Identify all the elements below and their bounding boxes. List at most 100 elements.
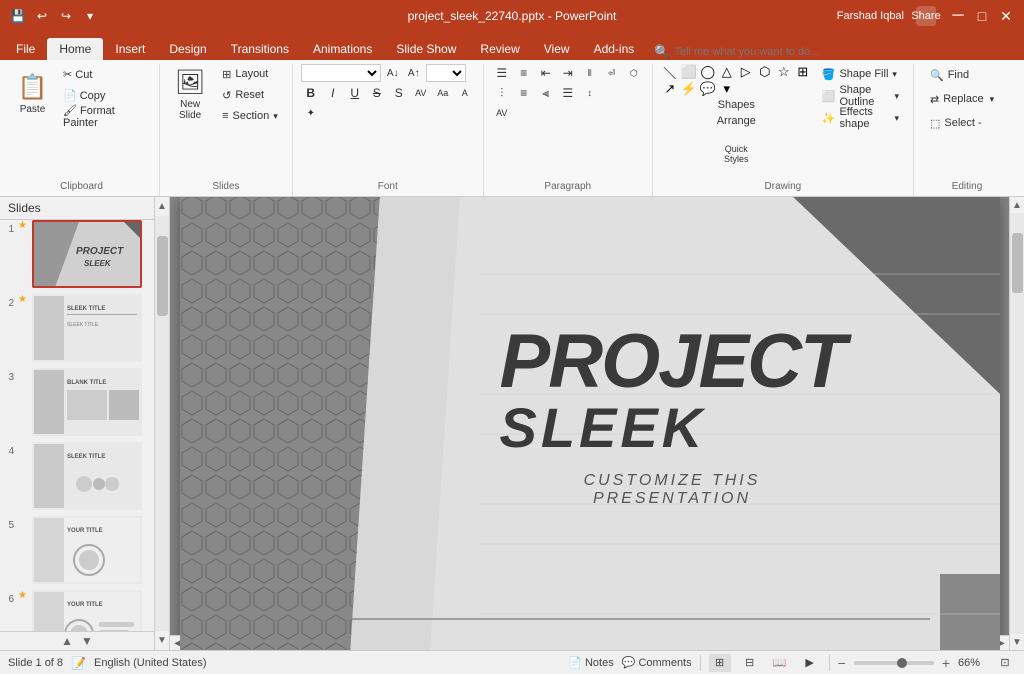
zoom-slider[interactable] <box>854 661 934 665</box>
tab-slideshow[interactable]: Slide Show <box>384 38 468 60</box>
reading-view-button[interactable]: 📖 <box>769 654 791 672</box>
close-button[interactable]: ✕ <box>996 6 1016 26</box>
format-painter-button[interactable]: 🖌 Format Painter <box>57 106 151 126</box>
slide-thumb-1[interactable]: PROJECT SLEEK <box>32 220 142 288</box>
fit-slide-button[interactable]: ⊡ <box>994 654 1016 672</box>
shape-cell-5[interactable]: ▷ <box>737 64 755 80</box>
comments-button[interactable]: 💬 Comments <box>622 656 692 669</box>
copy-button[interactable]: 📄 Copy <box>57 85 151 105</box>
tab-transitions[interactable]: Transitions <box>219 38 301 60</box>
shadow-button[interactable]: S <box>389 84 409 102</box>
cut-button[interactable]: ✂ Cut <box>57 64 151 84</box>
increase-indent-button[interactable]: ⇥ <box>558 64 578 82</box>
numbering-button[interactable]: ≡ <box>514 64 534 82</box>
redo-button[interactable]: ↪ <box>56 6 76 26</box>
tab-animations[interactable]: Animations <box>301 38 384 60</box>
slide-canvas-area[interactable]: ▲ ▼ <box>155 197 1024 650</box>
tab-view[interactable]: View <box>532 38 582 60</box>
shape-cell-11[interactable]: 💬 <box>699 81 717 97</box>
shape-cell-8[interactable]: ⊞ <box>794 64 812 80</box>
slide-thumb-3[interactable]: BLANK TITLE <box>32 368 142 436</box>
font-color-button[interactable]: A <box>455 84 475 102</box>
tab-file[interactable]: File <box>4 38 47 60</box>
decrease-font-button[interactable]: A↓ <box>383 64 403 82</box>
zoom-in-button[interactable]: + <box>942 655 950 671</box>
scroll-thumb[interactable] <box>157 236 168 316</box>
minimize-button[interactable]: ─ <box>948 6 968 26</box>
bold-button[interactable]: B <box>301 84 321 102</box>
slide-thumb-5[interactable]: YOUR TITLE <box>32 516 142 584</box>
notes-accessibility-icon[interactable]: 📝 <box>71 656 86 670</box>
strikethrough-button[interactable]: S <box>367 84 387 102</box>
select-button[interactable]: ⬚ Select - <box>922 112 1012 134</box>
tab-insert[interactable]: Insert <box>103 38 157 60</box>
slide-item-4[interactable]: 4 SLEEK TITLE <box>0 442 154 510</box>
slide-item-2[interactable]: 2 ★ SLEEK TITLE SLEEK TITLE <box>0 294 154 362</box>
new-slide-button[interactable]: 🖼 New Slide <box>168 64 212 124</box>
qat-customize-button[interactable]: ▾ <box>80 6 100 26</box>
shape-cell-7[interactable]: ☆ <box>775 64 793 80</box>
shape-cell-10[interactable]: ⚡ <box>680 81 698 97</box>
scroll-up-btn[interactable]: ▲ <box>155 197 171 216</box>
paragraph-btn3[interactable]: AV <box>492 104 512 122</box>
slide-thumb-6[interactable]: YOUR TITLE <box>32 590 142 631</box>
shape-cell-4[interactable]: △ <box>718 64 736 80</box>
notes-button[interactable]: 📄 Notes <box>568 656 613 669</box>
slide-canvas[interactable]: PROJECT SLEEK CUSTOMIZE THIS PRESENTATIO… <box>180 197 1000 650</box>
right-scroll-down[interactable]: ▼ <box>1010 634 1024 650</box>
shape-cell-1[interactable]: ＼ <box>661 64 679 80</box>
reset-button[interactable]: ↺ Reset <box>216 85 284 105</box>
line-spacing-button[interactable]: ↕ <box>580 84 600 102</box>
slide-text-area[interactable]: PROJECT SLEEK CUSTOMIZE THIS PRESENTATIO… <box>500 324 845 508</box>
slide-item-5[interactable]: 5 YOUR TITLE <box>0 516 154 584</box>
right-scroll-thumb[interactable] <box>1012 233 1023 293</box>
char-spacing-button[interactable]: AV <box>411 84 431 102</box>
slide-item-1[interactable]: 1 ★ PROJECT SLEEK <box>0 220 154 288</box>
justify-button[interactable]: ☰ <box>558 84 578 102</box>
font-name-select[interactable] <box>301 64 381 82</box>
slideshow-button[interactable]: ▶ <box>799 654 821 672</box>
slide-item-6[interactable]: 6 ★ YOUR TITLE <box>0 590 154 631</box>
layout-button[interactable]: ⊞ Layout <box>216 64 284 84</box>
tab-addins[interactable]: Add-ins <box>582 38 647 60</box>
share-button[interactable]: Share <box>916 6 936 26</box>
tab-home[interactable]: Home <box>47 38 103 60</box>
columns-button[interactable]: ⫴ <box>580 64 600 82</box>
shape-cell-3[interactable]: ◯ <box>699 64 717 80</box>
maximize-button[interactable]: □ <box>972 6 992 26</box>
shape-fill-button[interactable]: 🪣 Shape Fill ▾ <box>816 64 905 84</box>
section-button[interactable]: ≡ Section ▾ <box>216 106 284 126</box>
increase-font-button[interactable]: A↑ <box>404 64 424 82</box>
scroll-down-btn[interactable]: ▼ <box>155 631 171 650</box>
font-size-select[interactable] <box>426 64 466 82</box>
slide-thumb-2[interactable]: SLEEK TITLE SLEEK TITLE <box>32 294 142 362</box>
zoom-out-button[interactable]: − <box>838 655 846 671</box>
slide-item-3[interactable]: 3 BLANK TITLE <box>0 368 154 436</box>
tab-review[interactable]: Review <box>468 38 531 60</box>
paste-button[interactable]: 📋 Paste <box>12 64 53 124</box>
shape-cell-9[interactable]: ↗ <box>661 81 679 97</box>
shape-cell-12[interactable]: ▾ <box>718 81 736 97</box>
arrange-button[interactable]: Arrange <box>713 113 760 129</box>
align-right-button[interactable]: ⫷ <box>536 84 556 102</box>
bullets-button[interactable]: ☰ <box>492 64 512 82</box>
shapes-button[interactable]: Shapes <box>714 97 759 113</box>
underline-button[interactable]: U <box>345 84 365 102</box>
shape-cell-2[interactable]: ⬜ <box>680 64 698 80</box>
shape-outline-button[interactable]: ⬜ Shape Outline ▾ <box>816 86 905 106</box>
save-button[interactable]: 💾 <box>8 6 28 26</box>
clear-format-button[interactable]: ✦ <box>301 104 321 122</box>
italic-button[interactable]: I <box>323 84 343 102</box>
normal-view-button[interactable]: ⊞ <box>709 654 731 672</box>
right-scroll-up[interactable]: ▲ <box>1010 197 1024 213</box>
change-case-button[interactable]: Aa <box>433 84 453 102</box>
slides-scroll-down[interactable]: ▼ <box>81 634 93 648</box>
shape-cell-6[interactable]: ⬡ <box>756 64 774 80</box>
undo-button[interactable]: ↩ <box>32 6 52 26</box>
shape-effects-button[interactable]: ✨ Effects shape ▾ <box>816 108 905 128</box>
find-button[interactable]: 🔍 Find <box>922 64 1012 86</box>
tab-design[interactable]: Design <box>157 38 218 60</box>
slide-sorter-button[interactable]: ⊟ <box>739 654 761 672</box>
slide-thumb-4[interactable]: SLEEK TITLE <box>32 442 142 510</box>
smart-art-button[interactable]: ⬡ <box>624 64 644 82</box>
